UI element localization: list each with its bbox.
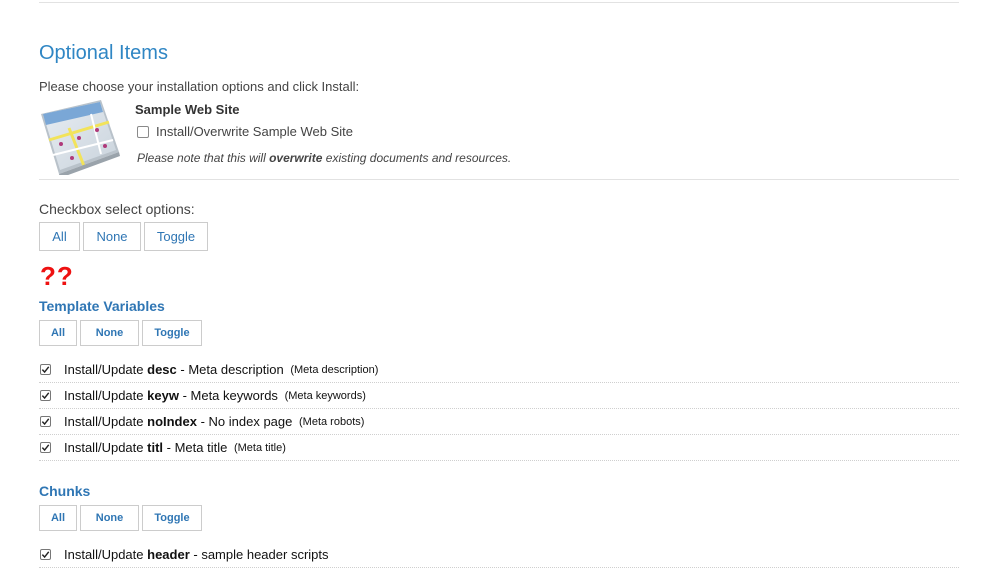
- tv-toggle-button[interactable]: Toggle: [142, 320, 202, 346]
- sample-site-title: Sample Web Site: [135, 102, 240, 117]
- tv-titl-prefix: Install/Update: [64, 440, 144, 455]
- install-options-page: Optional Items Please choose your instal…: [0, 0, 999, 579]
- tv-desc-checkbox[interactable]: [40, 364, 51, 375]
- tv-keyw-name: keyw: [147, 388, 179, 403]
- check-icon: [41, 418, 50, 426]
- chunks-title: Chunks: [39, 483, 91, 499]
- section-title: Optional Items: [39, 42, 168, 64]
- tv-noindex-checkbox[interactable]: [40, 416, 51, 427]
- tv-all-button[interactable]: All: [39, 320, 77, 346]
- chunks-buttons: All None Toggle: [39, 505, 205, 531]
- sample-site-note: Please note that this will overwrite exi…: [137, 151, 511, 165]
- tv-desc-description: - Meta description: [180, 362, 284, 377]
- tv-keyw-prefix: Install/Update: [64, 388, 144, 403]
- tv-item-titl[interactable]: Install/Update titl - Meta title (Meta t…: [39, 435, 959, 461]
- check-icon: [41, 392, 50, 400]
- sample-site-checkbox-row[interactable]: Install/Overwrite Sample Web Site: [137, 124, 353, 139]
- tv-keyw-checkbox[interactable]: [40, 390, 51, 401]
- chunk-item-header[interactable]: Install/Update header - sample header sc…: [39, 542, 959, 568]
- tv-item-noindex[interactable]: Install/Update noIndex - No index page (…: [39, 409, 959, 435]
- note-bold: overwrite: [269, 151, 323, 165]
- tv-desc-caption: (Meta description): [290, 363, 379, 376]
- chunks-none-button[interactable]: None: [80, 505, 139, 531]
- options-divider: [39, 179, 959, 180]
- sample-site-map-icon: [41, 100, 120, 175]
- tv-noindex-prefix: Install/Update: [64, 414, 144, 429]
- tv-item-keyw[interactable]: Install/Update keyw - Meta keywords (Met…: [39, 383, 959, 409]
- tv-desc-prefix: Install/Update: [64, 362, 144, 377]
- note-prefix: Please note that this will: [137, 151, 270, 165]
- chunk-header-prefix: Install/Update: [64, 547, 144, 562]
- note-suffix: existing documents and resources.: [322, 151, 512, 165]
- tv-titl-description: - Meta title: [166, 440, 228, 455]
- template-variables-buttons: All None Toggle: [39, 320, 205, 346]
- missing-string-marker: ??: [40, 261, 74, 291]
- check-icon: [41, 551, 50, 559]
- check-icon: [41, 444, 50, 452]
- tv-titl-caption: (Meta title): [233, 441, 286, 454]
- tv-noindex-caption: (Meta robots): [299, 415, 365, 428]
- top-divider: [39, 2, 959, 3]
- tv-keyw-caption: (Meta keywords): [284, 389, 366, 402]
- tv-none-button[interactable]: None: [80, 320, 139, 346]
- select-toggle-button[interactable]: Toggle: [144, 222, 208, 251]
- chunks-toggle-button[interactable]: Toggle: [142, 505, 202, 531]
- sample-site-checkbox[interactable]: [137, 125, 149, 138]
- instructions-text: Please choose your installation options …: [39, 79, 360, 94]
- tv-desc-name: desc: [147, 362, 177, 377]
- tv-keyw-description: - Meta keywords: [182, 388, 278, 403]
- check-icon: [41, 366, 50, 374]
- tv-noindex-description: - No index page: [200, 414, 293, 429]
- tv-titl-name: titl: [147, 440, 164, 455]
- select-all-button[interactable]: All: [39, 222, 80, 251]
- checkbox-select-label: Checkbox select options:: [39, 201, 195, 217]
- tv-item-desc[interactable]: Install/Update desc - Meta description (…: [39, 357, 959, 383]
- chunk-header-name: header: [147, 547, 190, 562]
- sample-site-option: Sample Web Site Install/Overwrite Sample…: [39, 100, 959, 180]
- tv-titl-checkbox[interactable]: [40, 442, 51, 453]
- chunk-header-description: - sample header scripts: [193, 547, 329, 562]
- chunk-header-checkbox[interactable]: [40, 549, 51, 560]
- sample-site-checkbox-label[interactable]: Install/Overwrite Sample Web Site: [156, 124, 353, 139]
- select-none-button[interactable]: None: [83, 222, 141, 251]
- tv-noindex-name: noIndex: [147, 414, 197, 429]
- template-variables-title: Template Variables: [39, 298, 165, 314]
- chunks-all-button[interactable]: All: [39, 505, 77, 531]
- checkbox-select-buttons: All None Toggle: [39, 222, 211, 251]
